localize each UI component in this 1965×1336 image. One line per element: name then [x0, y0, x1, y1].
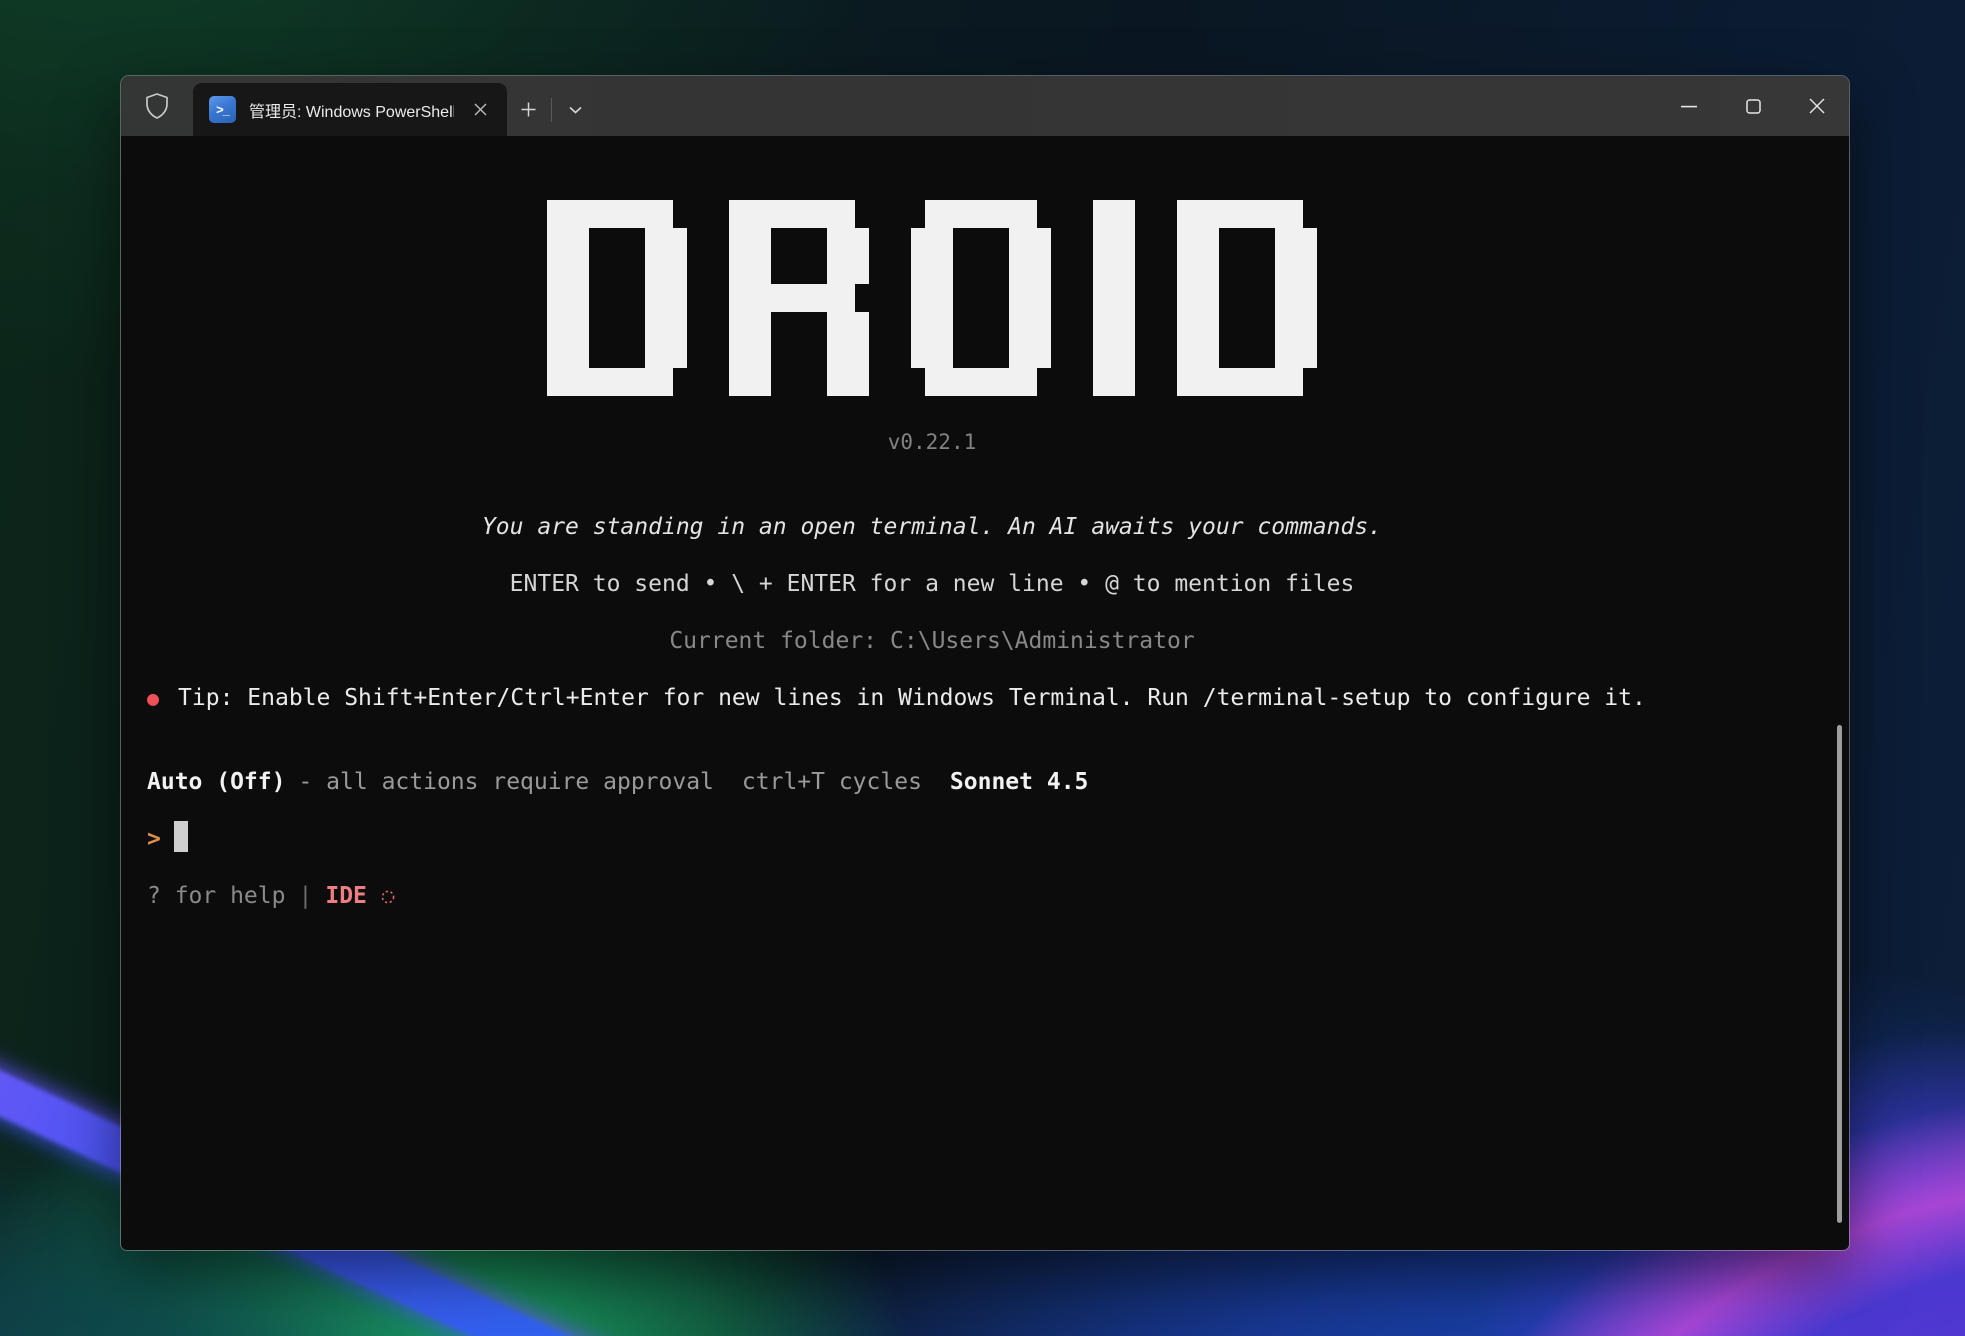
- tip-bullet-icon: ●: [147, 686, 159, 710]
- titlebar-drag-area[interactable]: [596, 76, 1657, 136]
- powershell-icon: >_: [209, 96, 236, 123]
- tip-text: Tip: Enable Shift+Enter/Ctrl+Enter for n…: [178, 685, 1646, 711]
- help-hint: ? for help: [147, 883, 285, 909]
- tab-powershell[interactable]: >_ 管理员: Windows PowerShell: [193, 83, 507, 136]
- footer-divider: |: [298, 883, 312, 909]
- new-tab-button[interactable]: [507, 83, 549, 136]
- prompt-input-line[interactable]: >: [147, 811, 1717, 868]
- footer-help-bar: ? for help | IDE: [147, 868, 1717, 925]
- keyboard-hints: ENTER to send • \ + ENTER for a new line…: [147, 556, 1717, 613]
- text-cursor: [174, 821, 188, 852]
- droid-logo: [547, 200, 1317, 396]
- status-bar: Auto (Off) - all actions require approval…: [147, 754, 1717, 811]
- tab-dropdown-button[interactable]: [554, 83, 596, 136]
- version-label: v0.22.1: [147, 414, 1717, 471]
- ide-spinner-icon: [380, 889, 396, 905]
- tip-message: ● Tip: Enable Shift+Enter/Ctrl+Enter for …: [147, 670, 1717, 727]
- desktop-background: >_ 管理员: Windows PowerShell: [0, 0, 1965, 1336]
- cycle-shortcut-note: ctrl+T cycles: [742, 769, 922, 795]
- admin-shield-icon: [121, 76, 193, 136]
- terminal-window: >_ 管理员: Windows PowerShell: [120, 75, 1850, 1251]
- auto-mode-label: Auto (Off): [147, 769, 285, 795]
- current-folder-label: Current folder:: [669, 628, 877, 654]
- tab-title: 管理员: Windows PowerShell: [249, 98, 454, 122]
- current-folder: Current folder: C:\Users\Administrator: [147, 613, 1717, 670]
- ide-status-label: IDE: [325, 883, 367, 909]
- maximize-button[interactable]: [1721, 76, 1785, 136]
- prompt-character: >: [147, 826, 161, 852]
- scrollbar[interactable]: [1837, 725, 1842, 1223]
- model-name: Sonnet 4.5: [950, 769, 1088, 795]
- terminal-content: v0.22.1 You are standing in an open term…: [121, 136, 1849, 1251]
- tab-bar-separator: [551, 98, 552, 122]
- close-button[interactable]: [1785, 76, 1849, 136]
- minimize-button[interactable]: [1657, 76, 1721, 136]
- tab-close-icon[interactable]: [467, 97, 493, 123]
- approval-note: - all actions require approval: [298, 769, 713, 795]
- titlebar: >_ 管理员: Windows PowerShell: [121, 76, 1849, 136]
- tagline-text: You are standing in an open terminal. An…: [147, 499, 1717, 556]
- current-folder-path: C:\Users\Administrator: [890, 628, 1195, 654]
